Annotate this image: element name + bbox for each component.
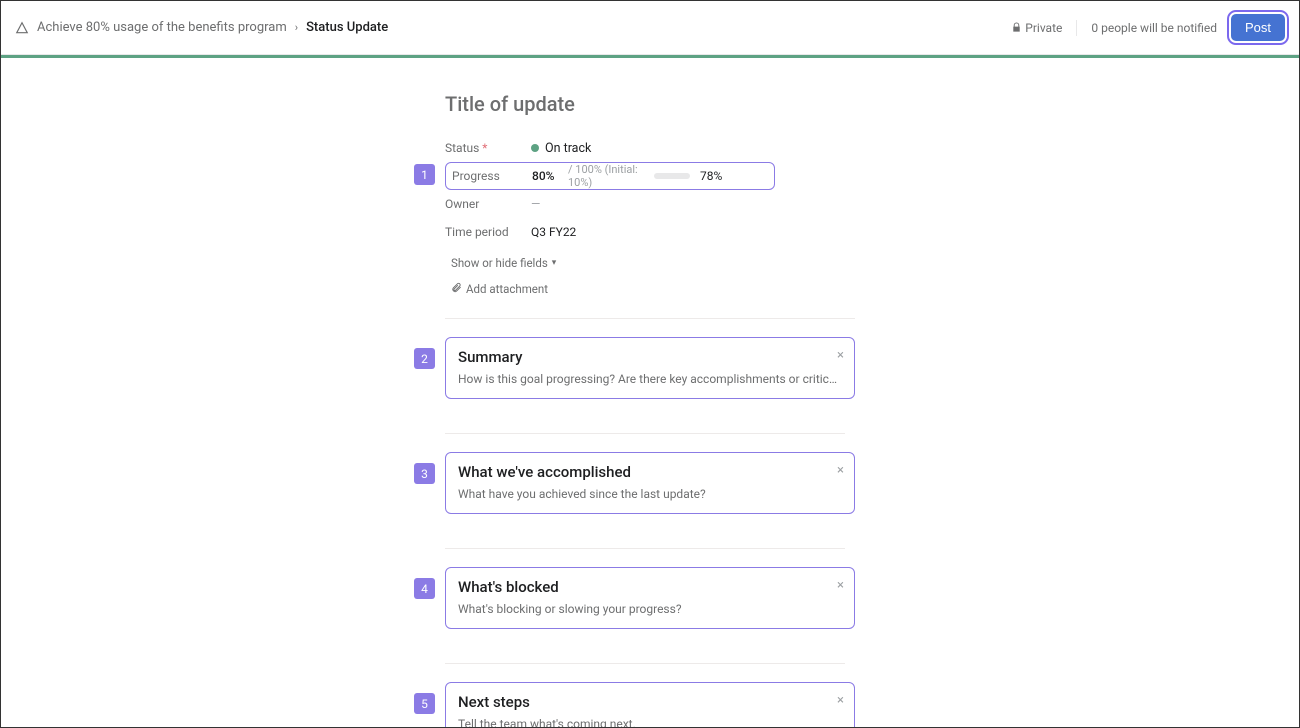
section-title: What's blocked (458, 578, 842, 596)
callout-badge-4: 4 (414, 578, 435, 599)
time-period-field[interactable]: Time period Q3 FY22 (445, 218, 855, 246)
blocked-section[interactable]: 4 What's blocked What's blocking or slow… (445, 567, 855, 629)
callout-badge-3: 3 (414, 463, 435, 484)
section-title: Summary (458, 348, 842, 366)
breadcrumb: Achieve 80% usage of the benefits progra… (15, 20, 388, 35)
section-placeholder: Tell the team what's coming next. (458, 717, 842, 728)
close-icon[interactable]: × (837, 693, 844, 708)
section-title: What we've accomplished (458, 463, 842, 481)
show-hide-fields-button[interactable]: Show or hide fields ▾ (445, 252, 562, 274)
breadcrumb-current: Status Update (306, 20, 388, 35)
goal-icon (15, 21, 29, 35)
status-field[interactable]: Status * On track (445, 134, 855, 162)
summary-section[interactable]: 2 Summary How is this goal progressing? … (445, 337, 855, 399)
owner-field[interactable]: Owner — (445, 190, 855, 218)
section-placeholder: What have you achieved since the last up… (458, 487, 842, 501)
status-dot-icon (531, 144, 539, 152)
callout-badge-5: 5 (414, 693, 435, 714)
breadcrumb-goal[interactable]: Achieve 80% usage of the benefits progra… (37, 20, 287, 35)
section-placeholder: What's blocking or slowing your progress… (458, 602, 842, 616)
callout-badge-2: 2 (414, 348, 435, 369)
header: Achieve 80% usage of the benefits progra… (1, 1, 1299, 55)
close-icon[interactable]: × (837, 348, 844, 363)
callout-badge-1: 1 (414, 164, 435, 185)
close-icon[interactable]: × (837, 578, 844, 593)
privacy-indicator[interactable]: Private (1011, 21, 1062, 35)
lock-icon (1011, 21, 1022, 35)
notify-count[interactable]: 0 people will be notified (1091, 21, 1217, 35)
post-button[interactable]: Post (1231, 14, 1285, 41)
divider (1076, 20, 1077, 36)
close-icon[interactable]: × (837, 463, 844, 478)
section-title: Next steps (458, 693, 842, 711)
chevron-right-icon: › (295, 21, 298, 34)
progress-bar (654, 173, 690, 179)
update-title-input[interactable]: Title of update (445, 92, 855, 116)
accomplished-section[interactable]: 3 What we've accomplished What have you … (445, 452, 855, 514)
chevron-down-icon: ▾ (552, 258, 557, 268)
section-placeholder: How is this goal progressing? Are there … (458, 372, 842, 386)
attachment-icon (451, 282, 462, 296)
next-steps-section[interactable]: 5 Next steps Tell the team what's coming… (445, 682, 855, 728)
add-attachment-button[interactable]: Add attachment (445, 278, 554, 300)
progress-field[interactable]: 1 Progress 80% / 100% (Initial: 10%) 78% (445, 162, 775, 190)
